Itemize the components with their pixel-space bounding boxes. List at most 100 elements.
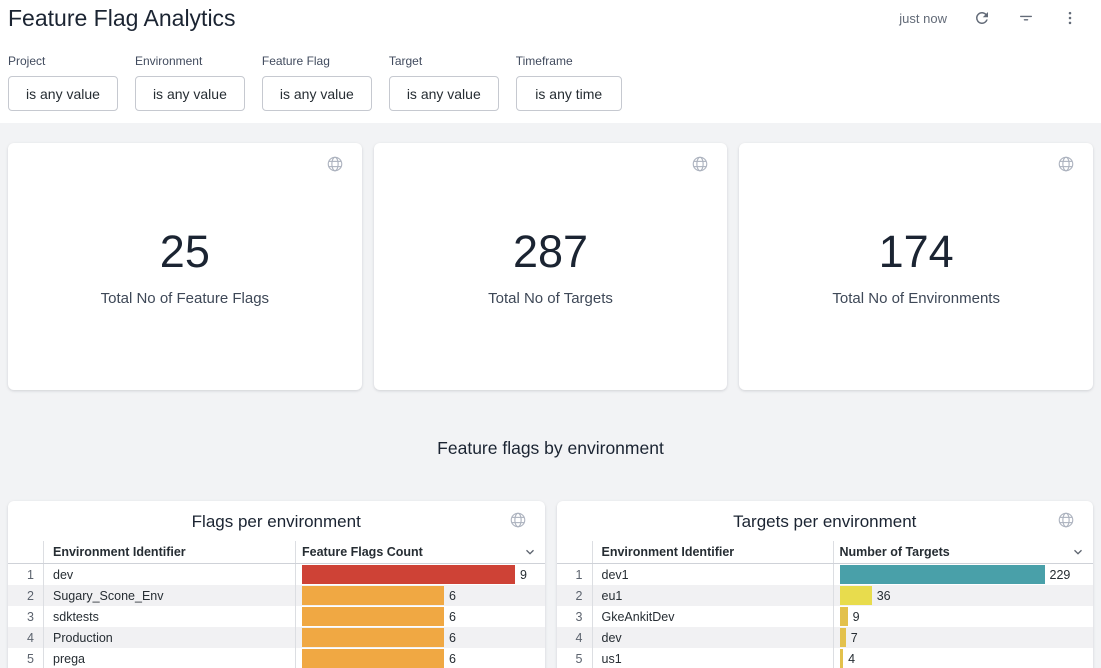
bar [840,607,848,626]
column-header[interactable]: Environment Identifier [44,541,296,563]
bar-cell[interactable]: 229 [834,564,1094,585]
environment-cell[interactable]: prega [44,648,296,668]
bar [840,586,872,605]
refresh-icon[interactable] [973,9,991,27]
environment-cell[interactable]: dev1 [593,564,834,585]
globe-icon[interactable] [326,155,344,173]
filter-timeframe: Timeframe is any time [516,54,622,111]
dashboard-header: Feature Flag Analytics just now Project … [0,0,1101,123]
page-title: Feature Flag Analytics [8,3,236,33]
environment-cell[interactable]: Production [44,627,296,648]
bar [840,628,846,647]
table-row: 3GkeAnkitDev9 [557,606,1094,627]
bar-cell[interactable]: 6 [296,606,545,627]
table-row: 5prega6 [8,648,545,668]
table-header: Environment Identifier Feature Flags Cou… [8,541,545,564]
filter-environment: Environment is any value [135,54,245,111]
kpi-label: Total No of Targets [374,290,728,307]
column-header[interactable]: Number of Targets [840,545,950,559]
filter-feature-flag: Feature Flag is any value [262,54,372,111]
kpi-label: Total No of Environments [739,290,1093,307]
kpi-value: 174 [739,228,1093,276]
filter-value-button[interactable]: is any value [262,76,372,111]
filter-label: Environment [135,54,245,68]
table-row: 5us14 [557,648,1094,668]
tile-title: Flags per environment [8,512,545,532]
globe-icon[interactable] [509,511,527,529]
kpi-card-targets: 287 Total No of Targets [374,143,728,390]
bar [302,586,444,605]
bar-value: 7 [851,631,858,645]
bar-cell[interactable]: 9 [296,564,545,585]
filter-value-button[interactable]: is any value [8,76,118,111]
globe-icon[interactable] [1057,511,1075,529]
kpi-label: Total No of Feature Flags [8,290,362,307]
environment-cell[interactable]: GkeAnkitDev [593,606,834,627]
filter-label: Project [8,54,118,68]
table-row: 4dev 7 [557,627,1094,648]
row-index: 2 [557,585,593,606]
environment-cell[interactable]: dev [44,564,296,585]
filter-label: Timeframe [516,54,622,68]
bar [302,649,444,668]
bar [302,607,444,626]
bar-value: 6 [449,631,456,645]
column-header[interactable]: Feature Flags Count [302,545,423,559]
bar-value: 9 [520,568,527,582]
bar-cell[interactable]: 9 [834,606,1094,627]
chevron-down-icon[interactable] [1071,545,1085,559]
kpi-value: 25 [8,228,362,276]
targets-per-environment-card: Targets per environment Environment Iden… [557,501,1094,668]
bar-cell[interactable]: 4 [834,648,1094,668]
kpi-card-feature-flags: 25 Total No of Feature Flags [8,143,362,390]
bar [840,565,1045,584]
row-index: 1 [557,564,593,585]
table-row: 2eu1 36 [557,585,1094,606]
bar [302,628,444,647]
kebab-menu-icon[interactable] [1061,9,1079,27]
row-index: 1 [8,564,44,585]
filter-value-button[interactable]: is any value [135,76,245,111]
table-row: 1dev 9 [8,564,545,585]
filter-icon[interactable] [1017,9,1035,27]
table-row: 3sdktests6 [8,606,545,627]
bar-cell[interactable]: 36 [834,585,1094,606]
column-header[interactable]: Environment Identifier [593,541,834,563]
bar-value: 6 [449,589,456,603]
row-index: 3 [557,606,593,627]
section-title: Feature flags by environment [0,438,1101,459]
filter-label: Feature Flag [262,54,372,68]
table-row: 2Sugary_Scone_Env6 [8,585,545,606]
globe-icon[interactable] [691,155,709,173]
bar-cell[interactable]: 7 [834,627,1094,648]
bar-value: 36 [877,589,891,603]
environment-cell[interactable]: Sugary_Scone_Env [44,585,296,606]
last-refreshed-label: just now [899,11,947,26]
environment-cell[interactable]: sdktests [44,606,296,627]
kpi-value: 287 [374,228,728,276]
row-index: 4 [557,627,593,648]
row-index: 3 [8,606,44,627]
bar-cell[interactable]: 6 [296,627,545,648]
header-actions: just now [899,3,1093,27]
bar-cell[interactable]: 6 [296,648,545,668]
row-index: 5 [557,648,593,668]
environment-cell[interactable]: dev [593,627,834,648]
chevron-down-icon[interactable] [523,545,537,559]
bar [302,565,515,584]
tile-title: Targets per environment [557,512,1094,532]
kpi-card-environments: 174 Total No of Environments [739,143,1093,390]
environment-cell[interactable]: eu1 [593,585,834,606]
globe-icon[interactable] [1057,155,1075,173]
filter-project: Project is any value [8,54,118,111]
tables-row: Flags per environment Environment Identi… [8,501,1093,668]
bar-value: 6 [449,652,456,666]
flags-per-environment-card: Flags per environment Environment Identi… [8,501,545,668]
filter-value-button[interactable]: is any time [516,76,622,111]
row-index: 4 [8,627,44,648]
bar-cell[interactable]: 6 [296,585,545,606]
environment-cell[interactable]: us1 [593,648,834,668]
bar-value: 229 [1050,568,1071,582]
filter-value-button[interactable]: is any value [389,76,499,111]
filter-target: Target is any value [389,54,499,111]
